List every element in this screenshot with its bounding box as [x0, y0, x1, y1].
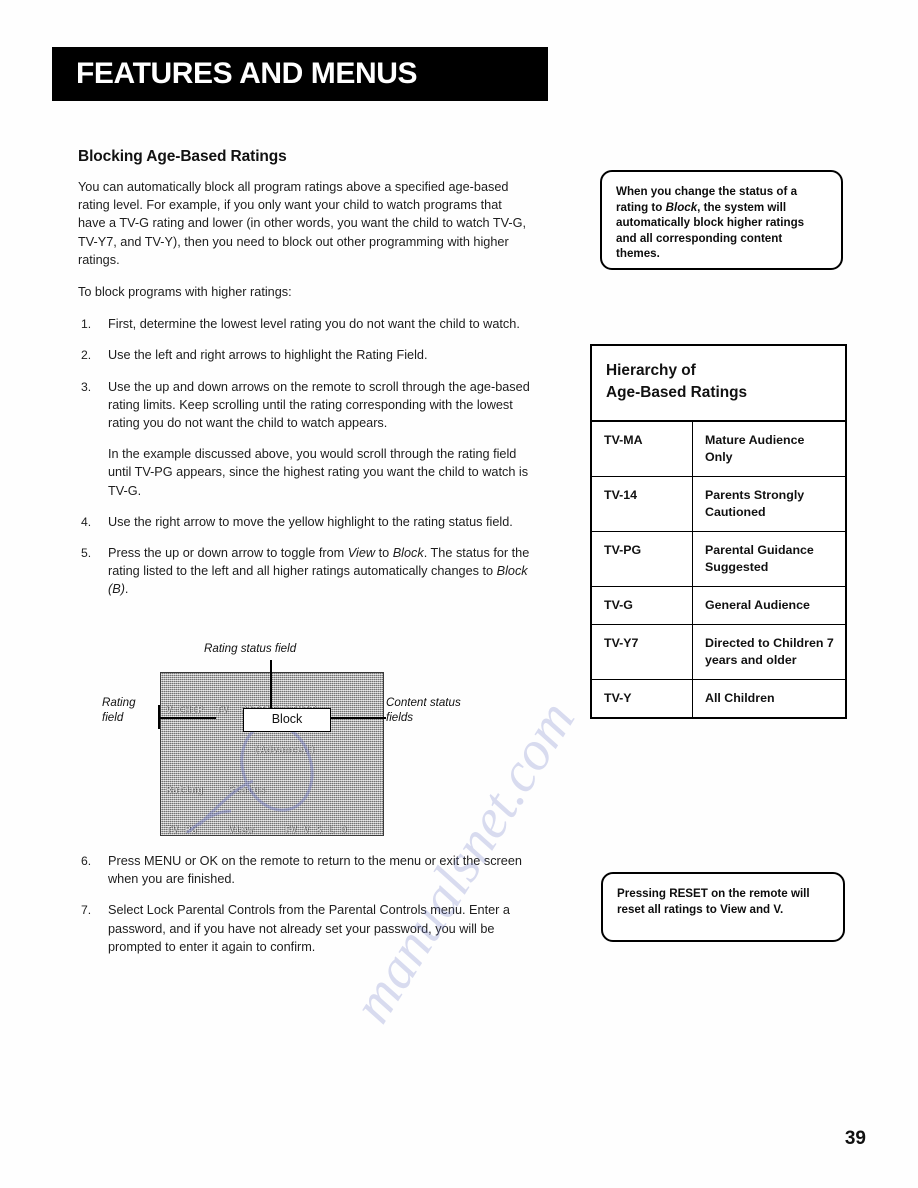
steps-list-lower: 6. Press MENU or OK on the remote to ret…: [78, 852, 530, 956]
table-row: TV-Y7 Directed to Children 7 years and o…: [590, 624, 847, 680]
rating-code: TV-Y: [590, 679, 693, 719]
step-number: 1.: [81, 317, 92, 332]
table-heading-line-1: Hierarchy of: [606, 362, 696, 379]
figure-label-content-status-fields: Content status fields: [386, 696, 461, 724]
table-row: TV-MA Mature Audience Only: [590, 420, 847, 477]
rating-description: Parental Guidance Suggested: [692, 531, 847, 587]
note-box-block-behavior: When you change the status of a rating t…: [600, 170, 843, 270]
rating-code: TV-MA: [590, 420, 693, 477]
leader-line-rating-field: [158, 717, 216, 719]
note-top-italic-block: Block: [665, 200, 698, 214]
table-heading-cell: Hierarchy of Age-Based Ratings: [591, 345, 846, 422]
list-item: 4. Use the right arrow to move the yello…: [78, 513, 530, 531]
table-row: TV-G General Audience: [590, 586, 847, 625]
rating-description: General Audience: [692, 586, 847, 625]
step-3-note: In the example discussed above, you woul…: [108, 447, 529, 498]
step-text: Press MENU or OK on the remote to return…: [108, 854, 522, 887]
section-heading: Blocking Age-Based Ratings: [78, 148, 287, 165]
tv-line: (Advanced): [166, 745, 316, 757]
step-text: Use the up and down arrows on the remote…: [108, 379, 530, 431]
main-text-column: Blocking Age-Based Ratings You can autom…: [78, 148, 530, 612]
tv-screen-image: V-CHIP TV RATING LIMIT (Advanced) Rating…: [160, 672, 384, 836]
step-text: Select Lock Parental Controls from the P…: [108, 903, 510, 954]
list-item: 6. Press MENU or OK on the remote to ret…: [78, 852, 530, 888]
step-text: First, determine the lowest level rating…: [108, 317, 520, 332]
page-header-banner: FEATURES AND MENUS: [52, 47, 548, 101]
list-item: 7. Select Lock Parental Controls from th…: [78, 901, 530, 956]
list-item: 5. Press the up or down arrow to toggle …: [78, 544, 530, 599]
step-5-part-4: .: [124, 582, 129, 597]
table-heading-line-2: Age-Based Ratings: [606, 384, 748, 401]
note-bottom-text: Pressing RESET on the remote will reset …: [617, 887, 810, 916]
tv-line: TV-PG View FV V S L D: [166, 825, 348, 836]
document-page: FEATURES AND MENUS Blocking Age-Based Ra…: [0, 0, 918, 1188]
note-box-reset-behavior: Pressing RESET on the remote will reset …: [601, 872, 845, 942]
figure-label-rating-status-field: Rating status field: [204, 642, 297, 655]
table-row: TV-Y All Children: [590, 679, 847, 719]
table-heading-row: Hierarchy of Age-Based Ratings: [591, 345, 846, 422]
rating-code: TV-14: [590, 476, 693, 532]
tv-line: Rating Status: [166, 785, 266, 797]
rating-code: TV-G: [590, 586, 693, 625]
step-5-italic-view: View: [347, 546, 376, 561]
step-number: 4.: [81, 514, 92, 529]
step-number: 3.: [81, 379, 92, 394]
page-header-title: FEATURES AND MENUS: [76, 57, 418, 90]
intro-paragraph: You can automatically block all program …: [78, 180, 527, 267]
rating-status-callout-block: Block: [243, 708, 331, 732]
rating-code: TV-PG: [590, 531, 693, 587]
age-based-ratings-table: Hierarchy of Age-Based Ratings TV-MA Mat…: [590, 344, 847, 719]
step-5-part-1: Press the up or down arrow to toggle fro…: [108, 546, 348, 561]
leader-tick-rating-field: [158, 705, 160, 729]
rating-description: Mature Audience Only: [692, 420, 847, 477]
table-row: TV-14 Parents Strongly Cautioned: [590, 476, 847, 532]
rating-description: Parents Strongly Cautioned: [692, 476, 847, 532]
steps-list: 1. First, determine the lowest level rat…: [78, 315, 530, 598]
figure-label-rating-field: Rating field: [102, 696, 136, 724]
step-5-part-2: to: [375, 546, 393, 561]
table-row: TV-PG Parental Guidance Suggested: [590, 531, 847, 587]
list-item: 2. Use the left and right arrows to high…: [78, 346, 530, 364]
rating-description: All Children: [692, 679, 847, 719]
leader-line-content-status: [326, 717, 386, 719]
step-number: 6.: [81, 854, 92, 868]
tv-screen-text: V-CHIP TV RATING LIMIT (Advanced) Rating…: [166, 677, 380, 835]
list-item: 1. First, determine the lowest level rat…: [78, 315, 530, 333]
step-number: 7.: [81, 903, 92, 918]
step-text: Use the left and right arrows to highlig…: [108, 348, 428, 363]
lead-in-paragraph: To block programs with higher ratings:: [78, 285, 292, 300]
main-text-column-lower: 6. Press MENU or OK on the remote to ret…: [78, 852, 530, 969]
step-text: Use the right arrow to move the yellow h…: [108, 514, 513, 529]
step-number: 5.: [81, 546, 92, 561]
rating-code: TV-Y7: [590, 624, 693, 680]
step-number: 2.: [81, 348, 92, 363]
vchip-screen-figure: Rating status field Rating field Content…: [96, 640, 536, 840]
step-text: Press the up or down arrow to toggle fro…: [108, 546, 529, 596]
page-number: 39: [844, 1128, 866, 1149]
list-item: 3. Use the up and down arrows on the rem…: [78, 378, 530, 500]
step-5-italic-block: Block: [392, 546, 424, 561]
rating-description: Directed to Children 7 years and older: [692, 624, 847, 680]
